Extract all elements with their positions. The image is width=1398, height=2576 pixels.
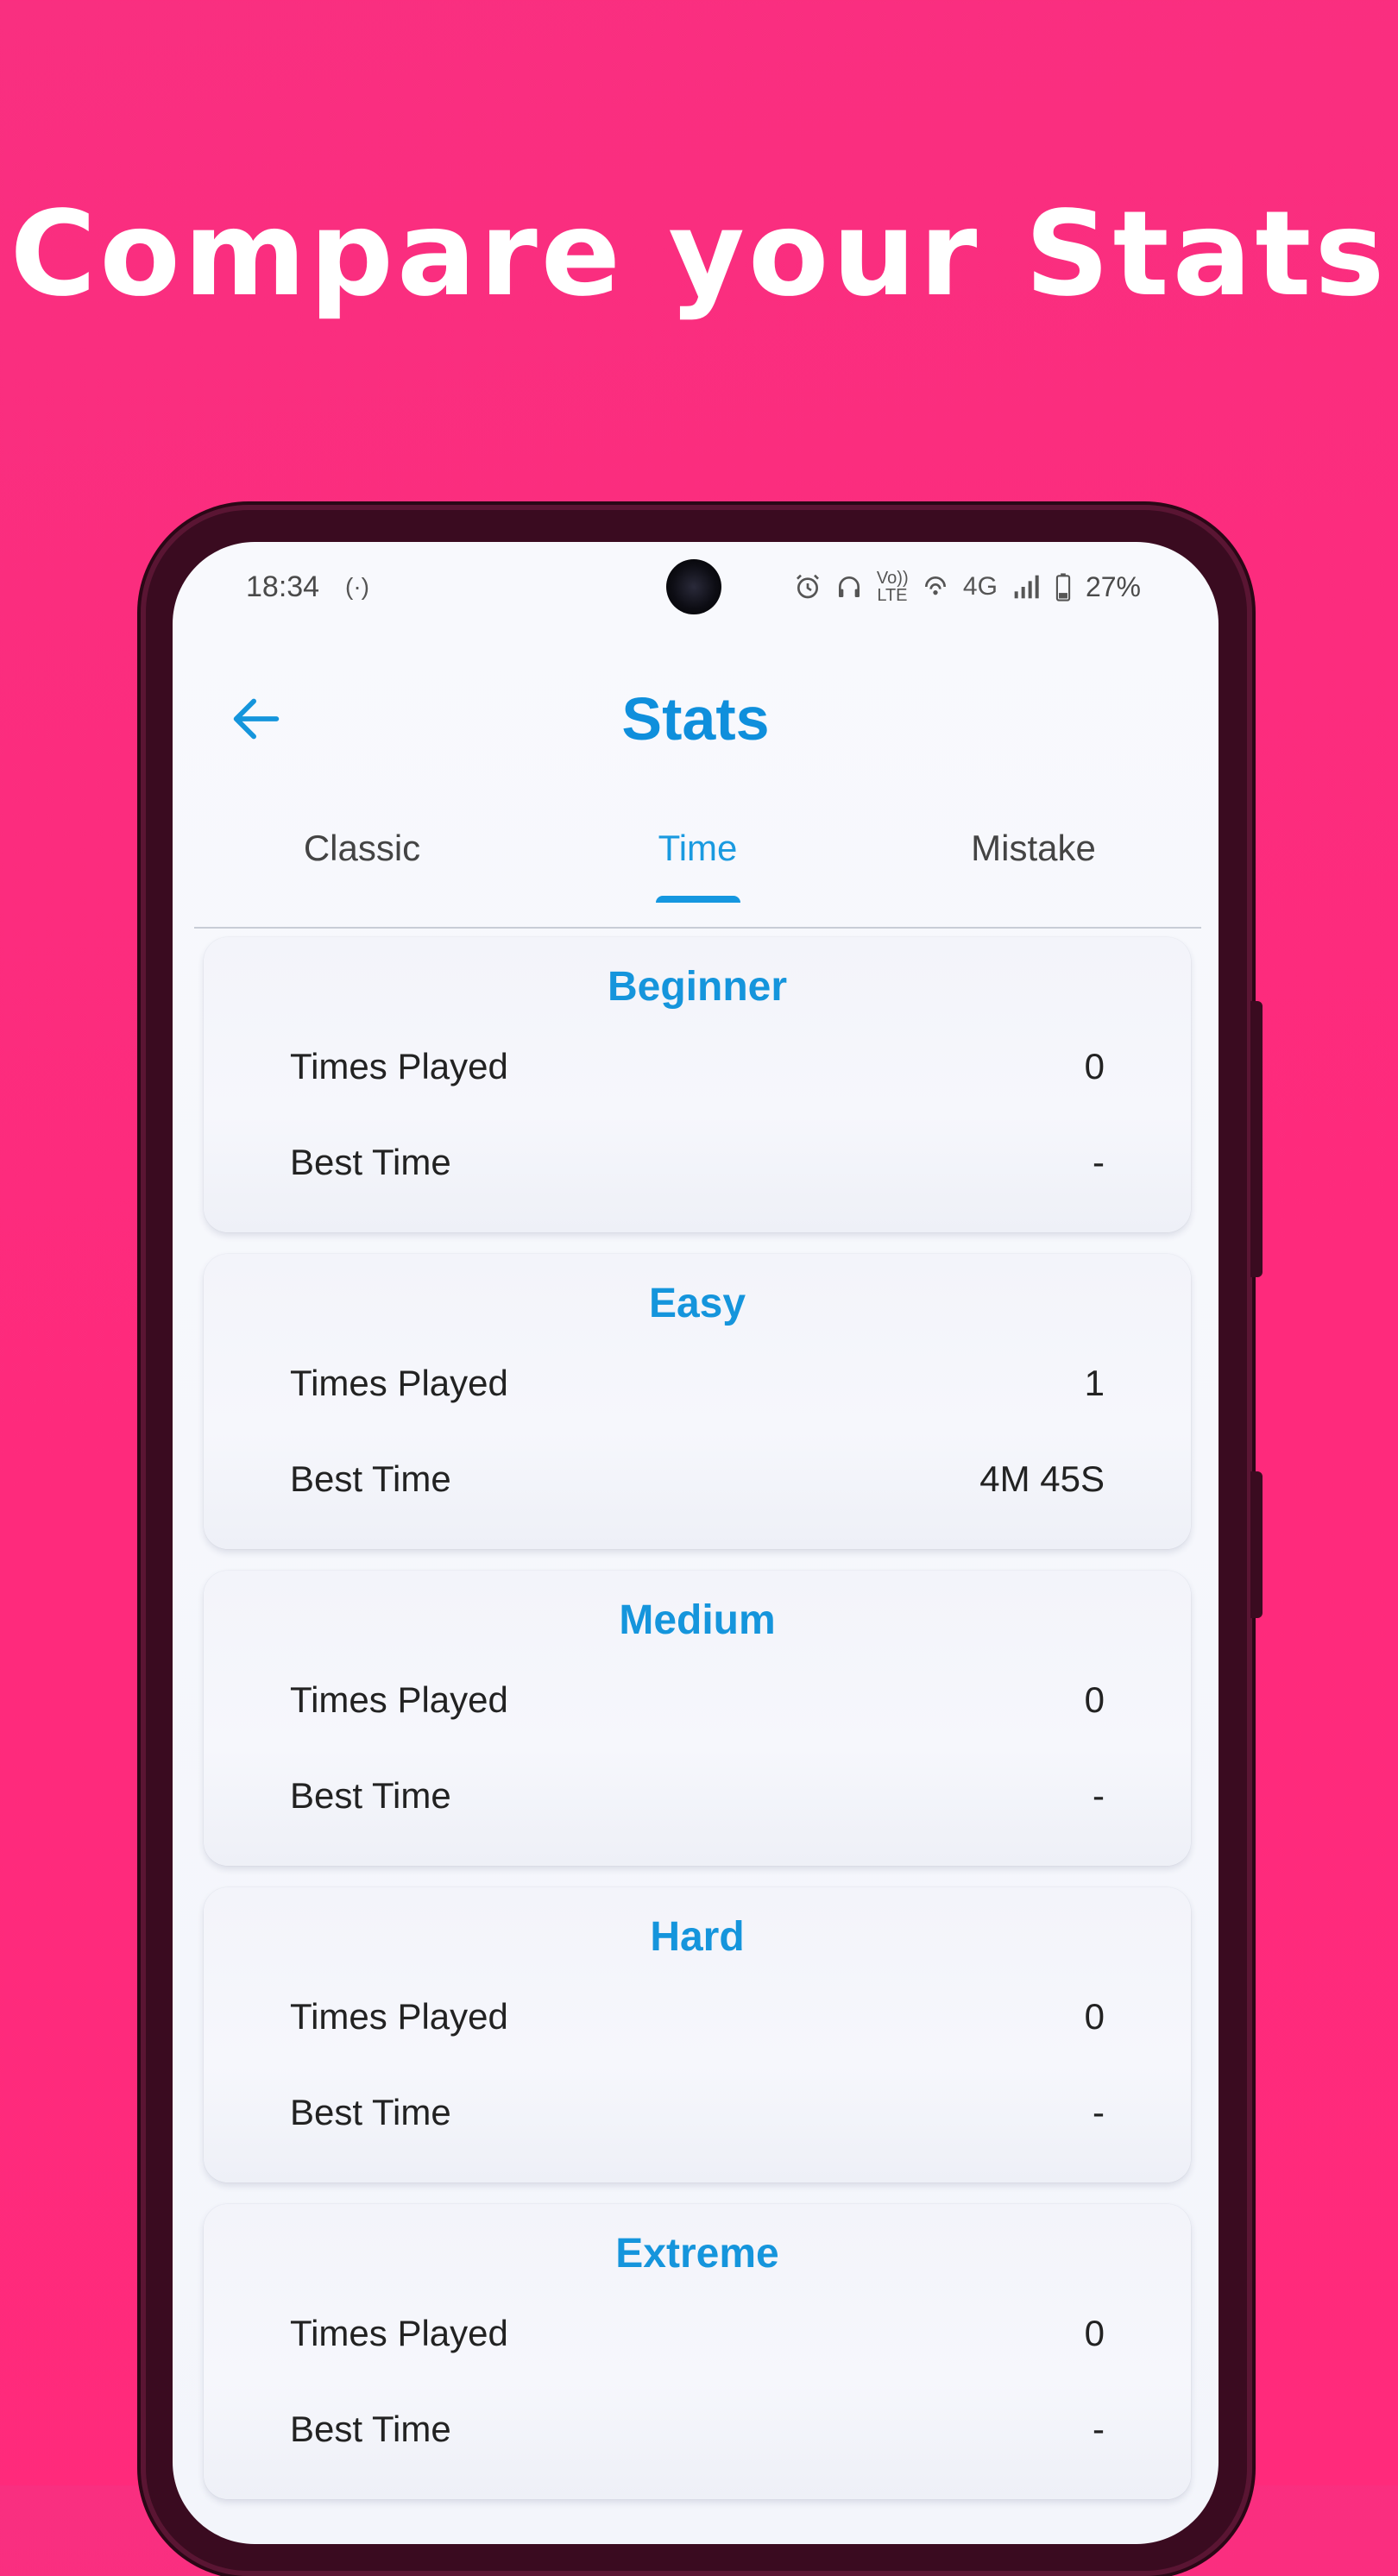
status-bar: 18:34 (·) Vo)) LTE 4G 27% <box>173 542 1219 628</box>
times-played-row: Times Played 0 <box>290 1995 1105 2038</box>
stats-list: Beginner Times Played 0 Best Time - Easy… <box>204 937 1191 2521</box>
best-time-label: Best Time <box>290 2092 451 2132</box>
tab-mistake[interactable]: Mistake <box>866 827 1201 930</box>
tab-label: Classic <box>303 828 421 868</box>
status-icons: Vo)) LTE 4G 27% <box>794 568 1141 606</box>
times-played-label: Times Played <box>290 1996 508 2037</box>
promo-headline: Compare your Stats <box>9 186 1389 323</box>
stats-card-medium: Medium Times Played 0 Best Time - <box>204 1571 1191 1866</box>
times-played-row: Times Played 1 <box>290 1362 1105 1405</box>
card-title: Easy <box>648 1281 746 1326</box>
stats-card-extreme: Extreme Times Played 0 Best Time - <box>204 2204 1191 2499</box>
best-time-row: Best Time - <box>290 1141 1105 1184</box>
phone-volume-button <box>1250 1001 1263 1277</box>
best-time-row: Best Time - <box>290 2408 1105 2451</box>
times-played-row: Times Played 0 <box>290 2312 1105 2355</box>
times-played-value: 0 <box>1084 2313 1105 2353</box>
best-time-label: Best Time <box>290 1142 451 1182</box>
times-played-value: 0 <box>1084 1679 1105 1720</box>
stats-card-hard: Hard Times Played 0 Best Time - <box>204 1887 1191 2182</box>
wifi-calling-icon <box>924 576 946 595</box>
card-title: Extreme <box>615 2231 779 2277</box>
best-time-label: Best Time <box>290 1775 451 1816</box>
battery-icon <box>1055 573 1071 601</box>
battery-percent: 27% <box>1085 571 1141 602</box>
best-time-value: - <box>1093 2092 1105 2132</box>
tab-label: Time <box>658 828 738 868</box>
best-time-value: 4M 45S <box>979 1458 1105 1499</box>
best-time-value: - <box>1093 2409 1105 2449</box>
card-title: Hard <box>650 1914 745 1960</box>
best-time-value: - <box>1093 1142 1105 1182</box>
times-played-label: Times Played <box>290 1046 508 1086</box>
status-time: 18:34 <box>246 570 320 603</box>
network-type: 4G <box>962 572 998 601</box>
times-played-label: Times Played <box>290 1363 508 1403</box>
best-time-label: Best Time <box>290 1458 451 1499</box>
best-time-row: Best Time - <box>290 1774 1105 1817</box>
tab-classic[interactable]: Classic <box>194 827 530 930</box>
times-played-row: Times Played 0 <box>290 1045 1105 1088</box>
front-camera <box>666 559 721 614</box>
times-played-label: Times Played <box>290 1679 508 1720</box>
tab-bar: Classic Time Mistake <box>194 827 1201 930</box>
page-title: Stats <box>621 685 770 753</box>
best-time-value: - <box>1093 1775 1105 1816</box>
tab-label: Mistake <box>971 828 1096 868</box>
active-tab-indicator <box>655 896 740 903</box>
times-played-label: Times Played <box>290 2313 508 2353</box>
best-time-row: Best Time 4M 45S <box>290 1458 1105 1501</box>
hotspot-icon: (·) <box>345 573 369 600</box>
best-time-row: Best Time - <box>290 2091 1105 2134</box>
phone-power-button <box>1250 1471 1263 1618</box>
signal-icon <box>1014 575 1039 599</box>
card-title: Beginner <box>607 964 788 1010</box>
alarm-icon <box>796 574 819 599</box>
headphones-icon <box>838 576 860 597</box>
times-played-value: 0 <box>1084 1046 1105 1086</box>
tab-time[interactable]: Time <box>530 827 866 930</box>
best-time-label: Best Time <box>290 2409 451 2449</box>
stats-card-easy: Easy Times Played 1 Best Time 4M 45S <box>204 1254 1191 1549</box>
stats-card-beginner: Beginner Times Played 0 Best Time - <box>204 937 1191 1232</box>
times-played-row: Times Played 0 <box>290 1678 1105 1722</box>
times-played-value: 1 <box>1084 1363 1105 1403</box>
phone-screen: 18:34 (·) Vo)) LTE 4G 27% Stats Classic … <box>173 542 1219 2544</box>
tabs-divider <box>194 927 1201 929</box>
card-title: Medium <box>619 1597 776 1643</box>
volte-icon: Vo)) LTE <box>876 569 909 605</box>
times-played-value: 0 <box>1084 1996 1105 2037</box>
